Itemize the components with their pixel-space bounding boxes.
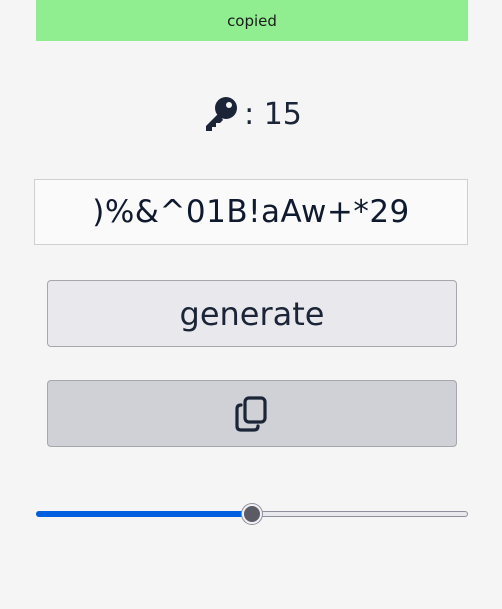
toast-message: copied (227, 11, 277, 30)
password-text: )%&^01B!aAw+*29 (92, 194, 410, 230)
copy-button[interactable] (47, 380, 457, 447)
copy-icon (235, 395, 267, 432)
slider-thumb[interactable] (242, 504, 262, 524)
generate-button[interactable]: generate (47, 280, 457, 347)
key-icon (206, 97, 238, 131)
slider-fill (36, 511, 252, 517)
generate-button-label: generate (179, 294, 325, 333)
password-output[interactable]: )%&^01B!aAw+*29 (34, 179, 468, 245)
length-slider[interactable] (36, 503, 468, 527)
password-length-display: : 15 (0, 92, 502, 136)
password-length-value: : 15 (244, 96, 302, 132)
copied-toast: copied (36, 0, 468, 41)
